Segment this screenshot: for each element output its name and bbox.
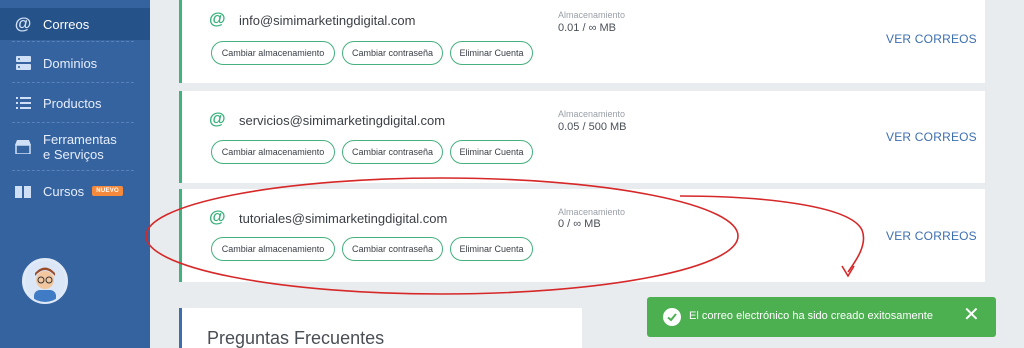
- store-icon: [14, 138, 32, 156]
- view-mail-link[interactable]: VER CORREOS: [886, 32, 977, 46]
- new-badge: NUEVO: [92, 186, 124, 196]
- sidebar-item-dominios[interactable]: Dominios: [0, 48, 150, 78]
- storage-value: 0.01 / ∞ MB: [558, 22, 616, 34]
- sidebar-item-productos[interactable]: Productos: [0, 88, 150, 118]
- check-circle-icon: [663, 308, 681, 326]
- view-mail-link[interactable]: VER CORREOS: [886, 130, 977, 144]
- sidebar: @ Correos Dominios Productos Ferramentas…: [0, 0, 150, 348]
- divider: [12, 170, 134, 171]
- toast-message: El correo electrónico ha sido creado exi…: [689, 310, 933, 322]
- list-icon: [14, 94, 32, 112]
- change-storage-button[interactable]: Cambiar almacenamiento: [211, 237, 335, 261]
- email-account-card: @ tutoriales@simimarketingdigital.com Al…: [179, 189, 985, 282]
- account-email: info@simimarketingdigital.com: [239, 13, 416, 28]
- storage-label: Almacenamiento: [558, 109, 626, 119]
- close-icon[interactable]: ✕: [963, 305, 980, 325]
- delete-account-button[interactable]: Eliminar Cuenta: [450, 237, 533, 261]
- book-icon: [14, 182, 32, 200]
- at-icon: @: [209, 109, 226, 128]
- success-toast: El correo electrónico ha sido creado exi…: [647, 297, 996, 337]
- storage-value: 0 / ∞ MB: [558, 218, 601, 230]
- faq-title: Preguntas Frecuentes: [207, 328, 385, 348]
- sidebar-item-label: Dominios: [43, 55, 98, 71]
- delete-account-button[interactable]: Eliminar Cuenta: [450, 140, 533, 164]
- sidebar-item-label: Productos: [43, 95, 102, 111]
- faq-card: Preguntas Frecuentes: [179, 308, 582, 348]
- server-icon: [14, 54, 32, 72]
- sidebar-item-ferramentas[interactable]: Ferramentas e Serviços: [0, 128, 150, 166]
- at-icon: @: [14, 14, 32, 33]
- avatar[interactable]: [22, 258, 68, 304]
- change-password-button[interactable]: Cambiar contraseña: [342, 41, 443, 65]
- sidebar-item-label: Ferramentas e Serviços: [43, 132, 117, 162]
- view-mail-link[interactable]: VER CORREOS: [886, 229, 977, 243]
- at-icon: @: [209, 9, 226, 28]
- account-email: tutoriales@simimarketingdigital.com: [239, 211, 448, 226]
- at-icon: @: [209, 207, 226, 226]
- divider: [12, 122, 134, 123]
- sidebar-item-label: Correos: [43, 16, 90, 32]
- delete-account-button[interactable]: Eliminar Cuenta: [450, 41, 533, 65]
- sidebar-item-cursos[interactable]: Cursos NUEVO: [0, 176, 150, 206]
- storage-value: 0.05 / 500 MB: [558, 121, 627, 133]
- divider: [12, 41, 134, 42]
- change-password-button[interactable]: Cambiar contraseña: [342, 237, 443, 261]
- sidebar-item-correos[interactable]: @ Correos: [0, 8, 150, 40]
- email-account-card: @ info@simimarketingdigital.com Almacena…: [179, 0, 985, 83]
- storage-label: Almacenamiento: [558, 207, 626, 217]
- account-email: servicios@simimarketingdigital.com: [239, 113, 446, 128]
- sidebar-item-label: Cursos: [43, 183, 85, 199]
- change-storage-button[interactable]: Cambiar almacenamiento: [211, 140, 335, 164]
- divider: [12, 82, 134, 83]
- storage-label: Almacenamiento: [558, 10, 626, 20]
- email-account-card: @ servicios@simimarketingdigital.com Alm…: [179, 91, 985, 183]
- change-password-button[interactable]: Cambiar contraseña: [342, 140, 443, 164]
- change-storage-button[interactable]: Cambiar almacenamiento: [211, 41, 335, 65]
